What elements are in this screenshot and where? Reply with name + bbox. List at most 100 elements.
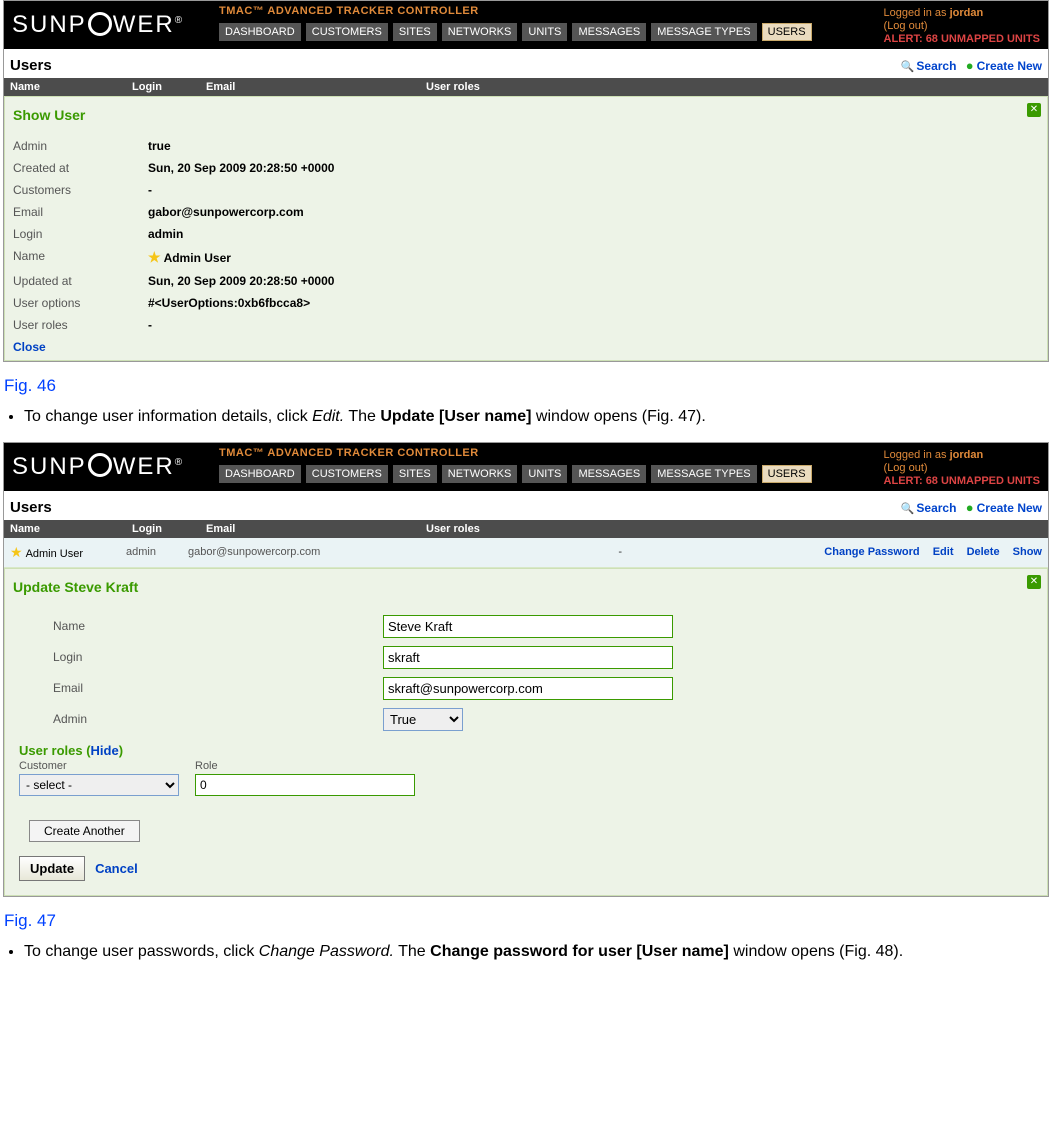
row-login: admin bbox=[126, 546, 188, 558]
app-header: SUNPWER® TMAC™ ADVANCED TRACKER CONTROLL… bbox=[4, 443, 1048, 491]
show-link[interactable]: Show bbox=[1013, 546, 1042, 558]
email-label: Email bbox=[13, 681, 383, 695]
options-value: #<UserOptions:0xb6fbcca8> bbox=[148, 296, 310, 310]
figure-caption-47: Fig. 47 bbox=[4, 911, 1050, 931]
nav-tabs: DASHBOARD CUSTOMERS SITES NETWORKS UNITS… bbox=[219, 465, 814, 483]
current-user: jordan bbox=[950, 7, 984, 19]
search-link[interactable]: Search bbox=[901, 501, 957, 515]
tab-messages[interactable]: MESSAGES bbox=[572, 23, 646, 41]
logo-ring-icon bbox=[88, 12, 112, 36]
customer-select[interactable]: - select - bbox=[19, 774, 179, 796]
login-input[interactable] bbox=[383, 646, 673, 669]
alert-banner[interactable]: ALERT: 68 UNMAPPED UNITS bbox=[884, 475, 1040, 488]
create-another-button[interactable]: Create Another bbox=[29, 820, 140, 842]
col-name: Name bbox=[10, 523, 132, 535]
edit-link[interactable]: Edit bbox=[933, 546, 954, 558]
cancel-link[interactable]: Cancel bbox=[95, 861, 138, 876]
tab-networks[interactable]: NETWORKS bbox=[442, 465, 518, 483]
create-new-link[interactable]: Create New bbox=[966, 501, 1042, 515]
tab-units[interactable]: UNITS bbox=[522, 465, 567, 483]
row-roles: - bbox=[426, 546, 814, 558]
delete-link[interactable]: Delete bbox=[967, 546, 1000, 558]
tab-customers[interactable]: CUSTOMERS bbox=[306, 23, 388, 41]
update-button[interactable]: Update bbox=[19, 856, 85, 881]
col-name: Name bbox=[10, 81, 132, 93]
tab-message-types[interactable]: MESSAGE TYPES bbox=[651, 23, 756, 41]
close-icon[interactable]: ✕ bbox=[1027, 575, 1041, 589]
search-link[interactable]: Search bbox=[901, 59, 957, 73]
current-user: jordan bbox=[950, 449, 984, 461]
roles-value: - bbox=[148, 318, 152, 332]
row-actions: Change Password Edit Delete Show bbox=[814, 546, 1042, 558]
roles-row: Customer - select - Role bbox=[13, 760, 1039, 804]
section-actions: Search Create New bbox=[895, 58, 1042, 73]
login-value: admin bbox=[148, 227, 183, 241]
col-email: Email bbox=[206, 81, 426, 93]
role-input[interactable] bbox=[195, 774, 415, 796]
tab-units[interactable]: UNITS bbox=[522, 23, 567, 41]
header-status: Logged in as jordan (Log out) ALERT: 68 … bbox=[884, 5, 1040, 49]
name-input[interactable] bbox=[383, 615, 673, 638]
updated-label: Updated at bbox=[13, 274, 148, 288]
tab-messages[interactable]: MESSAGES bbox=[572, 465, 646, 483]
section-title: Users bbox=[10, 499, 52, 516]
instruction-item: To change user information details, clic… bbox=[24, 406, 1050, 428]
row-email: gabor@sunpowercorp.com bbox=[188, 546, 426, 558]
name-label: Name bbox=[13, 619, 383, 633]
app-header: SUNPWER® TMAC™ ADVANCED TRACKER CONTROLL… bbox=[4, 1, 1048, 49]
app-title: TMAC™ ADVANCED TRACKER CONTROLLER bbox=[219, 5, 814, 17]
email-value: gabor@sunpowercorp.com bbox=[148, 205, 304, 219]
tab-sites[interactable]: SITES bbox=[393, 23, 437, 41]
email-input[interactable] bbox=[383, 677, 673, 700]
figure-caption-46: Fig. 46 bbox=[4, 376, 1050, 396]
app-title: TMAC™ ADVANCED TRACKER CONTROLLER bbox=[219, 447, 814, 459]
header-center: TMAC™ ADVANCED TRACKER CONTROLLER DASHBO… bbox=[219, 447, 814, 483]
tab-message-types[interactable]: MESSAGE TYPES bbox=[651, 465, 756, 483]
col-login: Login bbox=[132, 523, 206, 535]
logged-in-label: Logged in as bbox=[884, 7, 950, 19]
panel-title: Show User bbox=[13, 107, 1039, 123]
panel-title: Update Steve Kraft bbox=[13, 579, 1039, 595]
section-bar: Users Search Create New bbox=[4, 49, 1048, 78]
app-frame-update-user: SUNPWER® TMAC™ ADVANCED TRACKER CONTROLL… bbox=[3, 442, 1049, 897]
show-user-panel: ✕ Show User Admintrue Created atSun, 20 … bbox=[4, 96, 1048, 361]
tab-users[interactable]: USERS bbox=[762, 465, 812, 483]
admin-select[interactable]: True bbox=[383, 708, 463, 731]
login-label: Login bbox=[13, 227, 148, 241]
star-icon: ★ bbox=[10, 544, 23, 560]
section-title: Users bbox=[10, 57, 52, 74]
close-link[interactable]: Close bbox=[13, 336, 1039, 354]
admin-label: Admin bbox=[13, 712, 383, 726]
col-roles: User roles bbox=[426, 81, 1042, 93]
create-new-link[interactable]: Create New bbox=[966, 59, 1042, 73]
hide-link[interactable]: Hide bbox=[91, 743, 119, 758]
tab-users[interactable]: USERS bbox=[762, 23, 812, 41]
tab-sites[interactable]: SITES bbox=[393, 465, 437, 483]
admin-label: Admin bbox=[13, 139, 148, 153]
created-value: Sun, 20 Sep 2009 20:28:50 +0000 bbox=[148, 161, 334, 175]
nav-tabs: DASHBOARD CUSTOMERS SITES NETWORKS UNITS… bbox=[219, 23, 814, 41]
app-frame-show-user: SUNPWER® TMAC™ ADVANCED TRACKER CONTROLL… bbox=[3, 0, 1049, 362]
tab-dashboard[interactable]: DASHBOARD bbox=[219, 23, 301, 41]
admin-value: true bbox=[148, 139, 171, 153]
table-row[interactable]: ★Admin User admin gabor@sunpowercorp.com… bbox=[4, 538, 1048, 568]
change-password-link[interactable]: Change Password bbox=[824, 546, 919, 558]
role-label: Role bbox=[195, 760, 415, 772]
user-roles-title: User roles (Hide) bbox=[13, 735, 1039, 760]
tab-dashboard[interactable]: DASHBOARD bbox=[219, 465, 301, 483]
logout-link[interactable]: (Log out) bbox=[884, 20, 928, 32]
close-icon[interactable]: ✕ bbox=[1027, 103, 1041, 117]
tab-customers[interactable]: CUSTOMERS bbox=[306, 465, 388, 483]
name-value: ★Admin User bbox=[148, 249, 231, 266]
created-label: Created at bbox=[13, 161, 148, 175]
alert-banner[interactable]: ALERT: 68 UNMAPPED UNITS bbox=[884, 33, 1040, 46]
header-status: Logged in as jordan (Log out) ALERT: 68 … bbox=[884, 447, 1040, 491]
instruction-list: To change user information details, clic… bbox=[24, 406, 1050, 428]
update-user-panel: ✕ Update Steve Kraft Name Login Email Ad… bbox=[4, 568, 1048, 896]
brand-logo: SUNPWER® bbox=[12, 5, 184, 49]
tab-networks[interactable]: NETWORKS bbox=[442, 23, 518, 41]
col-login: Login bbox=[132, 81, 206, 93]
logo-ring-icon bbox=[88, 453, 112, 477]
section-bar: Users Search Create New bbox=[4, 491, 1048, 520]
logout-link[interactable]: (Log out) bbox=[884, 462, 928, 474]
